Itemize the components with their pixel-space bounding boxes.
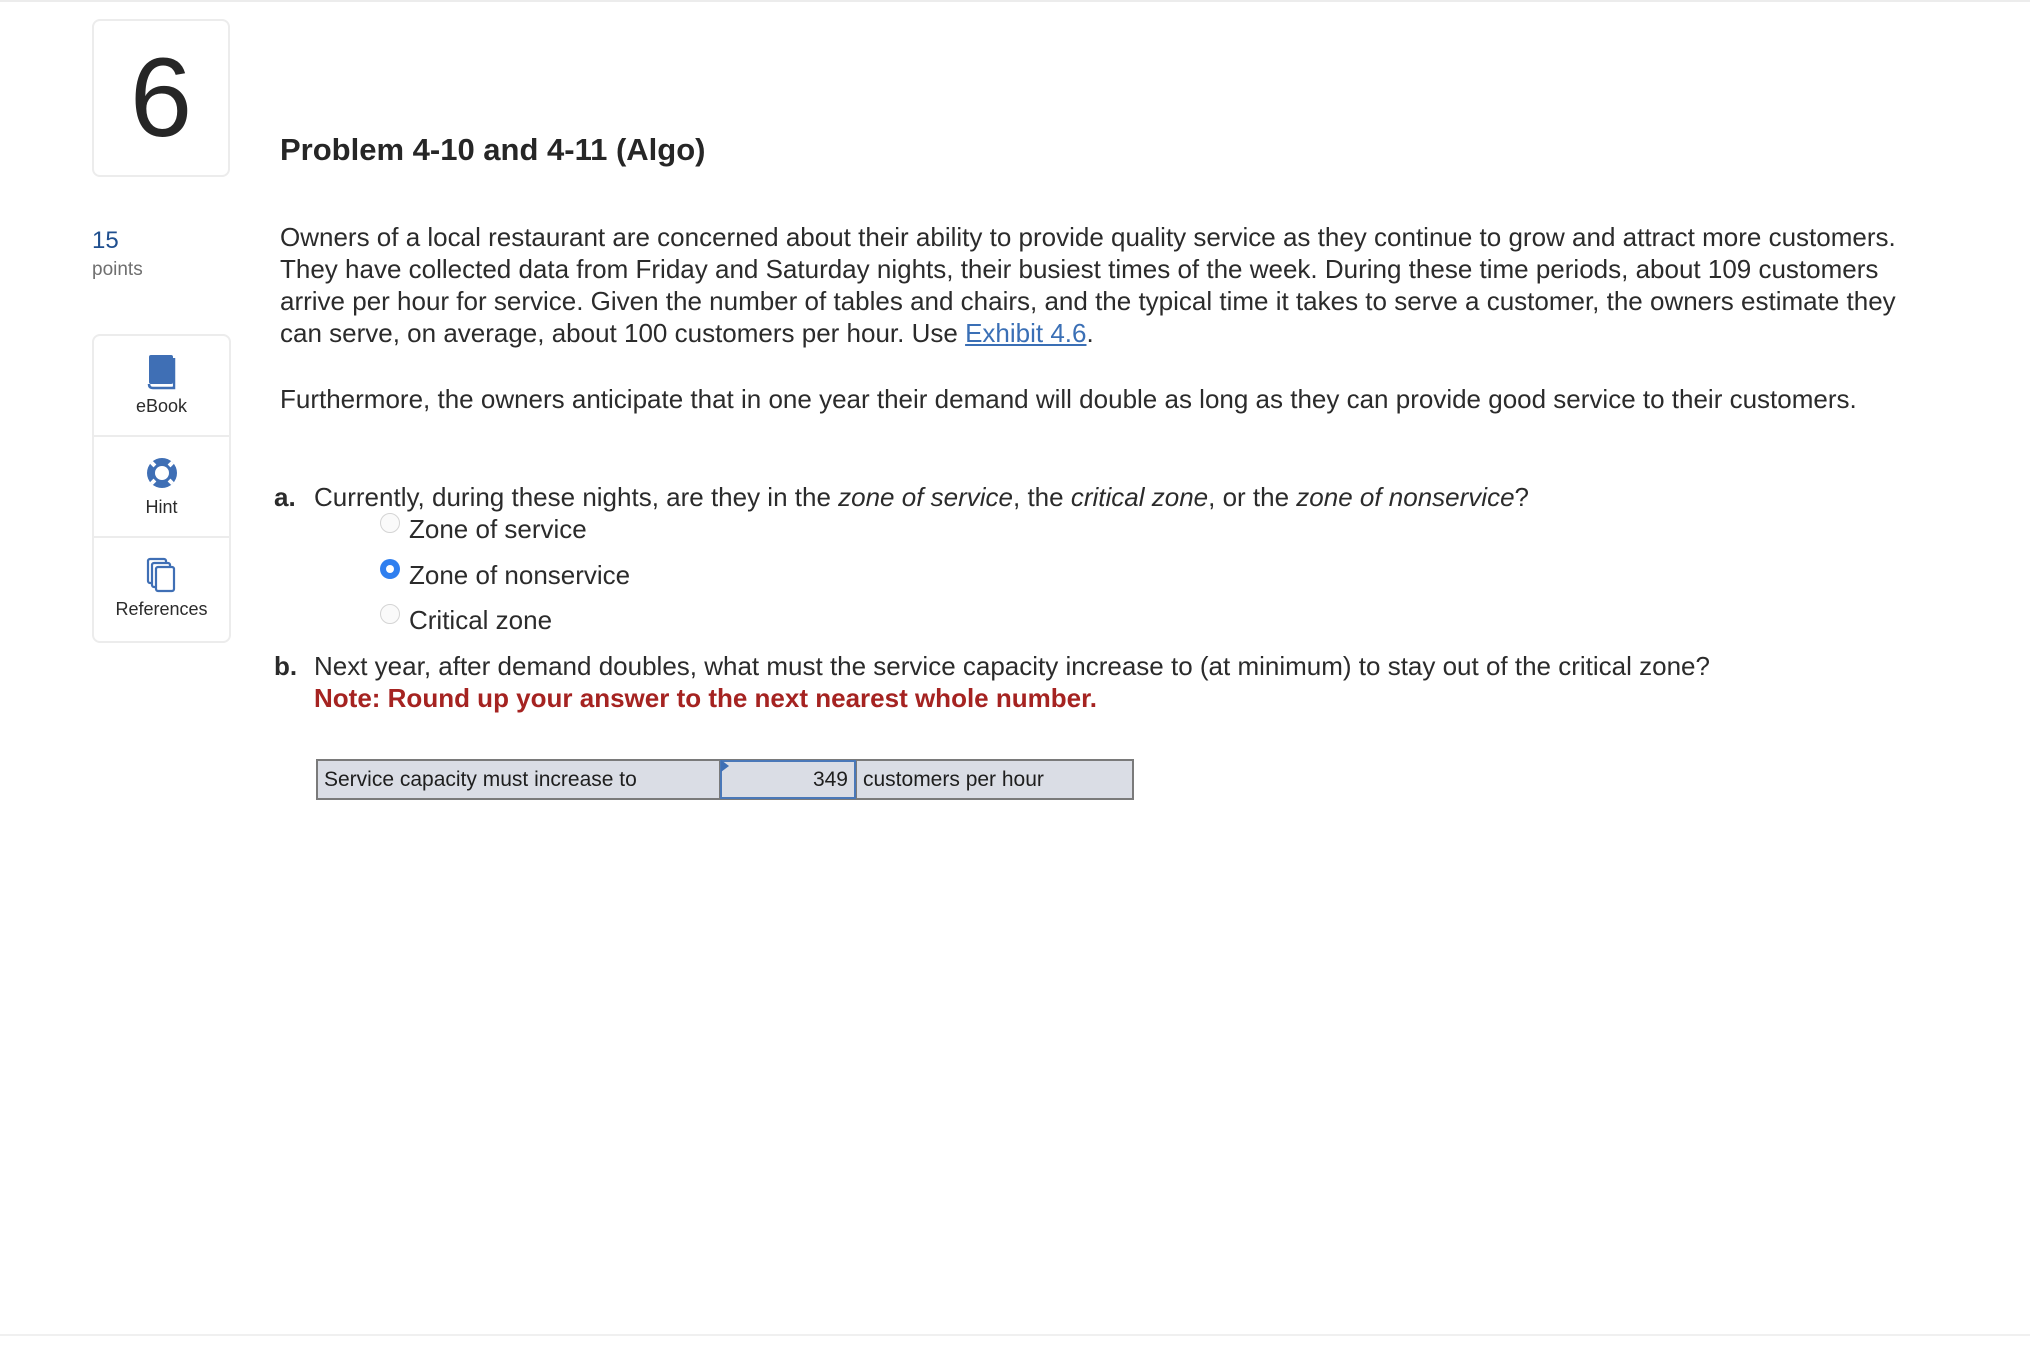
answer-input-cell[interactable]: 349 — [720, 760, 856, 799]
exhibit-link[interactable]: Exhibit 4.6 — [965, 318, 1086, 348]
radio-button[interactable] — [380, 604, 400, 624]
option-label: Critical zone — [409, 605, 553, 635]
points-value: 15 — [92, 227, 119, 254]
answer-prefix-cell: Service capacity must increase to — [318, 761, 720, 798]
cell-flag-icon — [721, 760, 729, 772]
tools-panel: eBook Hint References — [92, 334, 231, 643]
answer-prefix: Service capacity must increase to — [324, 767, 637, 791]
option-zone-of-service[interactable]: Zone of service — [380, 513, 587, 545]
lifebuoy-icon — [144, 455, 180, 491]
option-critical-zone[interactable]: Critical zone — [380, 604, 552, 636]
answer-suffix: customers per hour — [863, 767, 1044, 791]
part-a-term: critical zone — [1070, 482, 1209, 512]
rounding-note: Note: Round up your answer to the next n… — [314, 683, 1097, 713]
problem-paragraph-2: Furthermore, the owners anticipate that … — [280, 384, 1857, 414]
answer-value[interactable]: 349 — [813, 768, 848, 792]
part-a-term: zone of nonservice — [1296, 482, 1515, 512]
option-zone-of-nonservice[interactable]: Zone of nonservice — [380, 559, 630, 591]
references-label: References — [115, 599, 208, 619]
part-a-text: Currently, during these nights, are they… — [314, 482, 839, 512]
top-border — [0, 0, 2030, 2]
part-b-question: b. Next year, after demand doubles, what … — [274, 650, 1710, 682]
option-label: Zone of nonservice — [409, 560, 631, 590]
part-a-text: , the — [1013, 482, 1071, 512]
part-a-term: zone of service — [838, 482, 1014, 512]
part-a-label: a. — [274, 482, 296, 512]
references-button[interactable]: References — [94, 538, 229, 639]
option-label: Zone of service — [409, 514, 587, 544]
points-block: 15 points — [92, 226, 143, 284]
part-b-text: Next year, after demand doubles, what mu… — [314, 651, 1710, 681]
part-b-label: b. — [274, 651, 298, 681]
answer-suffix-cell: customers per hour — [856, 761, 1132, 798]
answer-table: Service capacity must increase to 349 cu… — [316, 759, 1134, 800]
points-label: points — [92, 259, 143, 280]
ebook-button[interactable]: eBook — [94, 336, 229, 437]
problem-title: Problem 4-10 and 4-11 (Algo) — [280, 132, 706, 167]
book-icon — [144, 354, 180, 390]
hint-button[interactable]: Hint — [94, 437, 229, 538]
problem-paragraph-1: Owners of a local restaurant are concern… — [280, 221, 1900, 349]
part-a-text: , or the — [1208, 482, 1297, 512]
part-a-text: ? — [1514, 482, 1529, 512]
bottom-border — [0, 1334, 2030, 1336]
radio-button-selected[interactable] — [380, 559, 400, 579]
question-number: 6 — [129, 35, 193, 160]
ebook-label: eBook — [135, 396, 188, 416]
radio-button[interactable] — [380, 513, 400, 533]
hint-label: Hint — [145, 497, 178, 517]
paragraph-1-end: . — [1086, 318, 1094, 348]
part-a-question: a. Currently, during these nights, are th… — [274, 481, 1529, 513]
question-number-box: 6 — [92, 19, 230, 177]
stacked-pages-icon — [144, 557, 180, 593]
